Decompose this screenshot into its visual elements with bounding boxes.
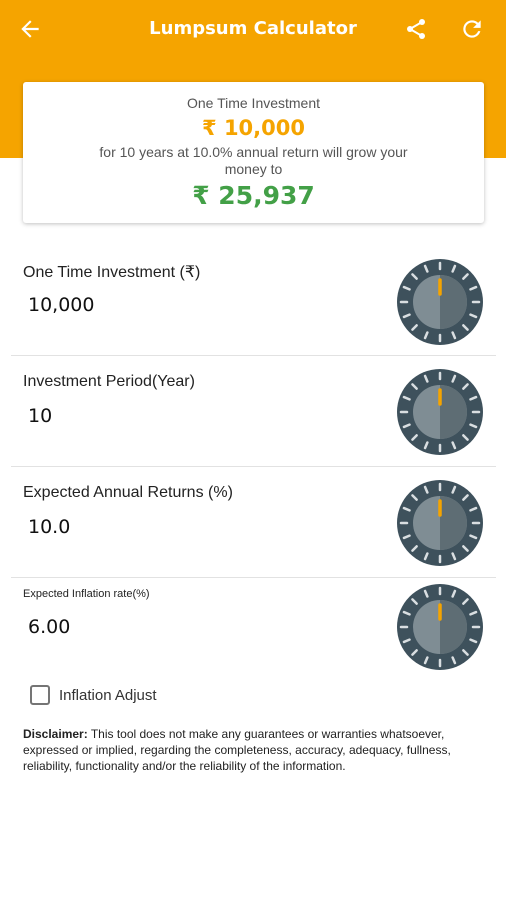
period-value[interactable]: 10 bbox=[28, 405, 52, 427]
summary-result: ₹ 25,937 bbox=[192, 181, 315, 210]
period-label: Investment Period(Year) bbox=[23, 373, 195, 390]
summary-card: One Time Investment ₹ 10,000 for 10 year… bbox=[23, 82, 484, 223]
rotary-dial-icon bbox=[397, 584, 483, 670]
input-row-returns: Expected Annual Returns (%) 10.0 bbox=[11, 467, 496, 578]
inflation-value[interactable]: 6.00 bbox=[28, 616, 70, 638]
inflation-adjust-toggle[interactable]: Inflation Adjust bbox=[30, 683, 157, 707]
inflation-adjust-checkbox[interactable] bbox=[30, 685, 50, 705]
summary-label: One Time Investment bbox=[186, 95, 321, 111]
disclaimer-heading: Disclaimer: bbox=[23, 727, 88, 741]
share-button[interactable] bbox=[394, 0, 438, 58]
refresh-icon bbox=[463, 20, 481, 38]
disclaimer: Disclaimer: This tool does not make any … bbox=[23, 726, 463, 774]
inflation-label: Expected Inflation rate(%) bbox=[23, 588, 150, 600]
disclaimer-text: This tool does not make any guarantees o… bbox=[23, 727, 451, 773]
investment-dial[interactable] bbox=[396, 258, 484, 346]
returns-dial[interactable] bbox=[396, 479, 484, 567]
returns-label: Expected Annual Returns (%) bbox=[23, 484, 233, 501]
input-row-inflation: Expected Inflation rate(%) 6.00 bbox=[11, 578, 496, 678]
input-row-investment: One Time Investment (₹) 10,000 bbox=[11, 244, 496, 356]
returns-value[interactable]: 10.0 bbox=[28, 516, 70, 538]
inflation-dial[interactable] bbox=[396, 583, 484, 671]
investment-label: One Time Investment (₹) bbox=[23, 264, 201, 281]
input-row-period: Investment Period(Year) 10 bbox=[11, 356, 496, 467]
refresh-button[interactable] bbox=[450, 0, 494, 58]
rotary-dial-icon bbox=[397, 369, 483, 455]
app-bar: Lumpsum Calculator bbox=[0, 0, 506, 58]
share-icon bbox=[407, 19, 425, 39]
period-dial[interactable] bbox=[396, 368, 484, 456]
summary-description: for 10 years at 10.0% annual return will… bbox=[99, 144, 408, 177]
inflation-adjust-label: Inflation Adjust bbox=[59, 686, 157, 704]
summary-amount: ₹ 10,000 bbox=[202, 116, 305, 140]
rotary-dial-icon bbox=[397, 259, 483, 345]
investment-value[interactable]: 10,000 bbox=[28, 294, 94, 316]
rotary-dial-icon bbox=[397, 480, 483, 566]
